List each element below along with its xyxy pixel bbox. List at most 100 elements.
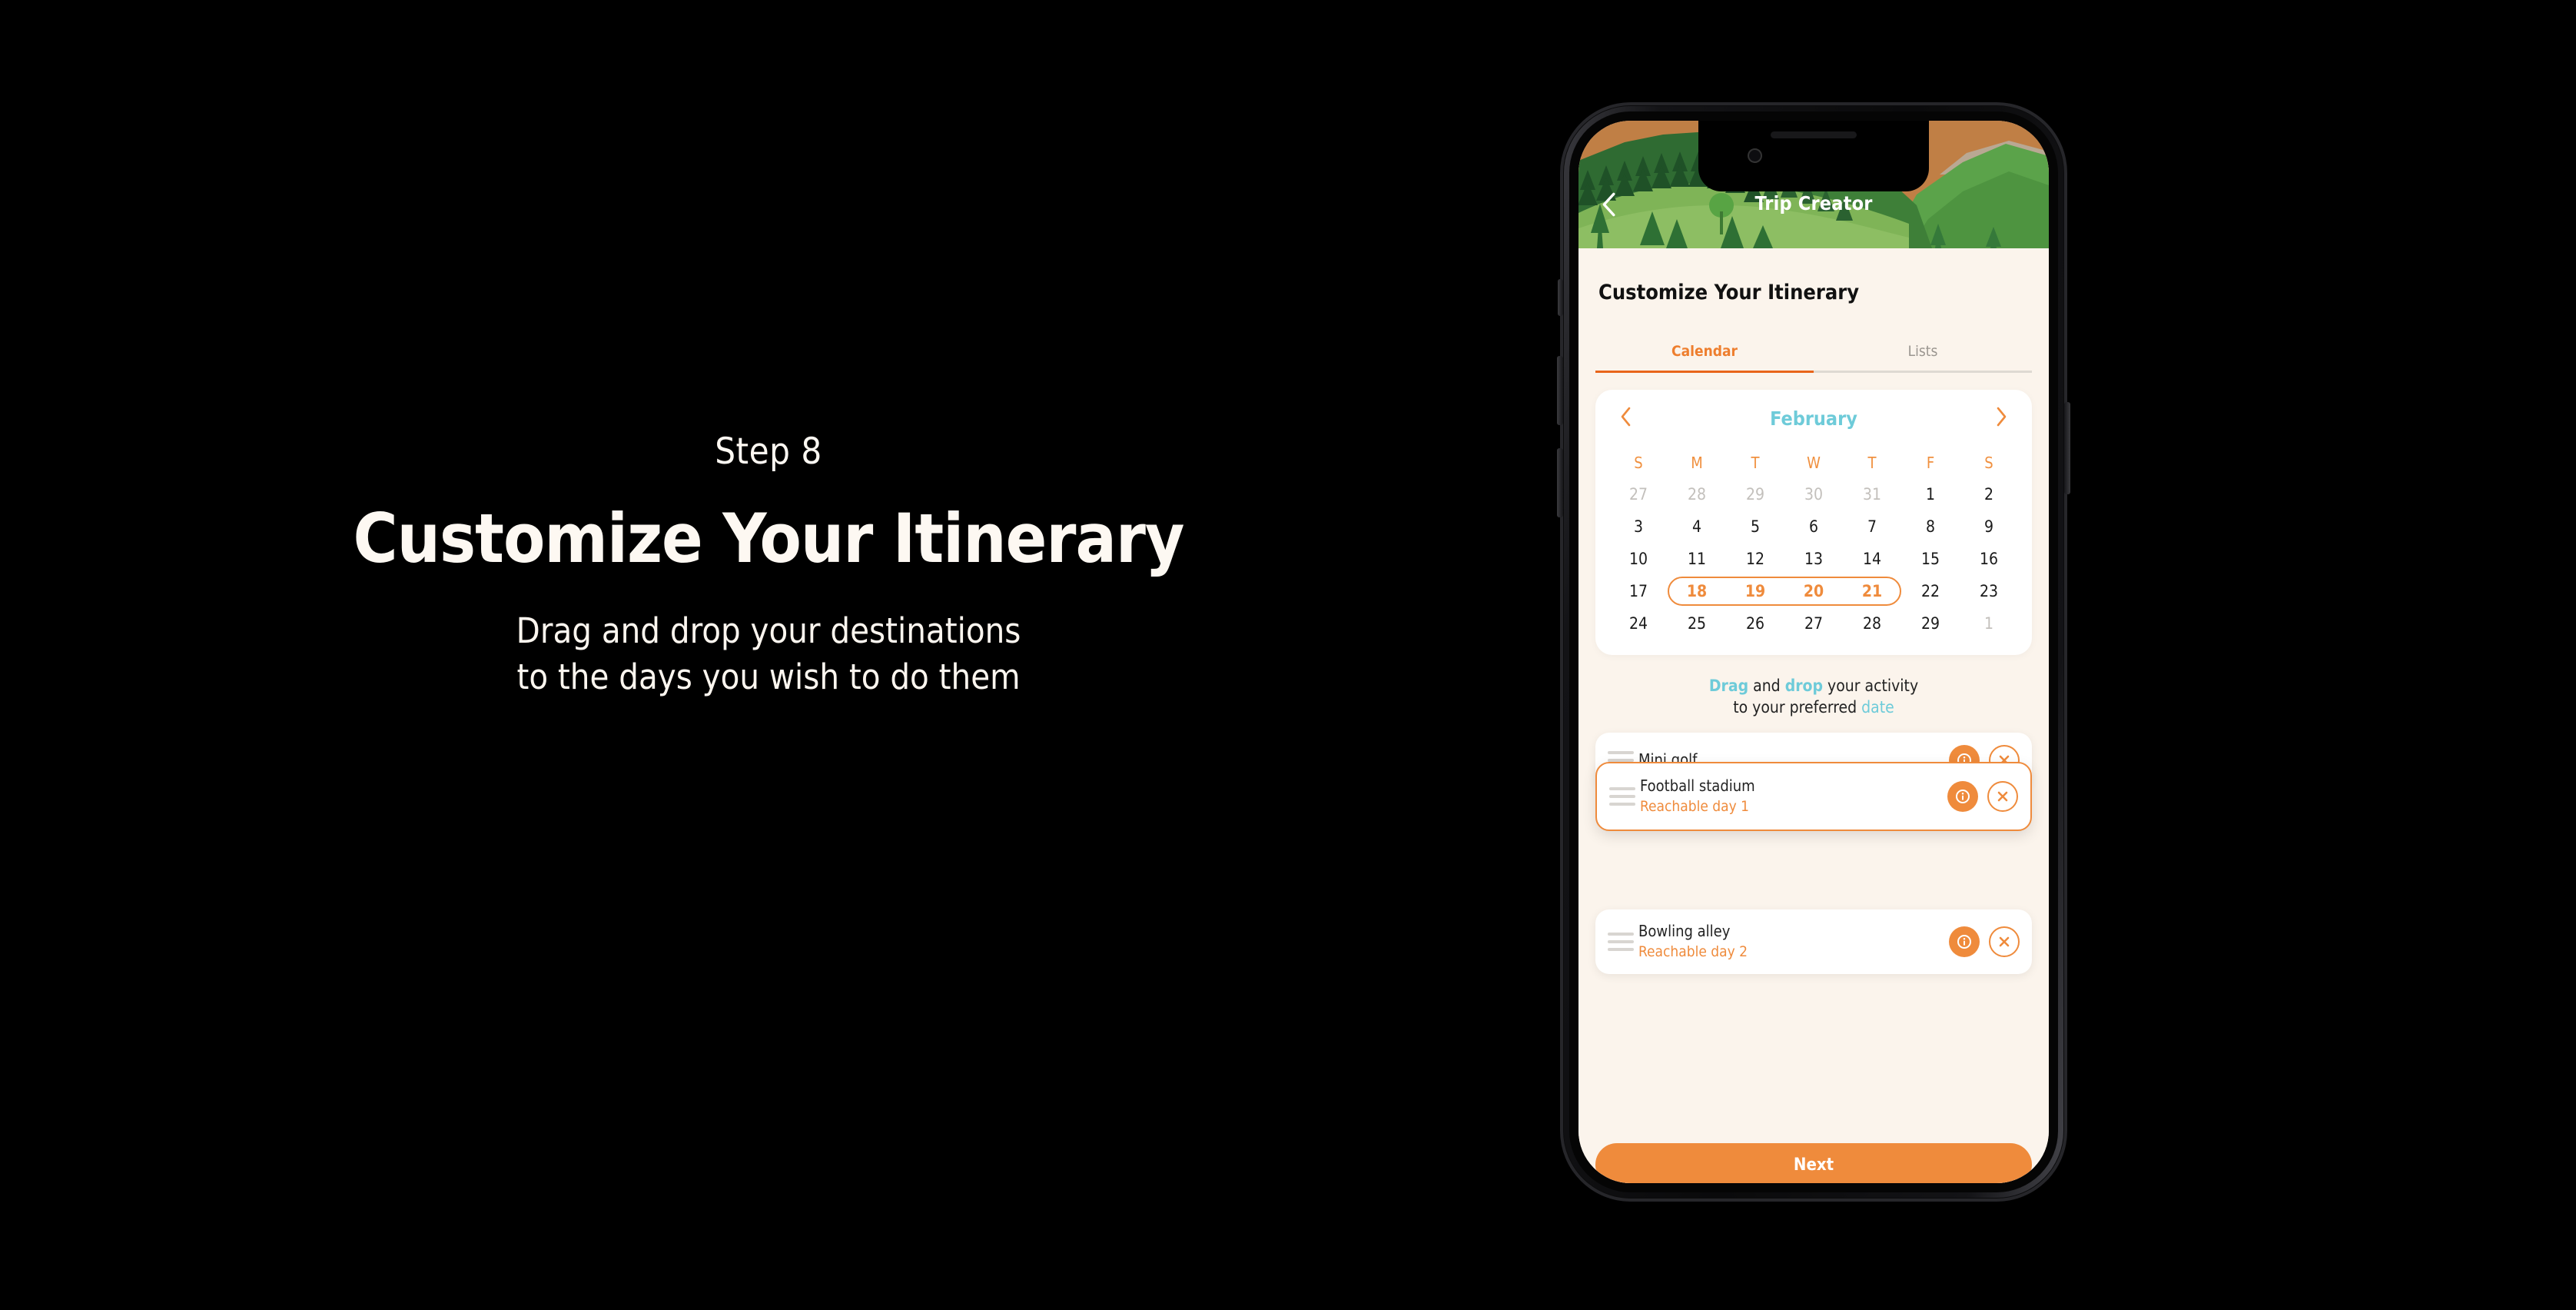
calendar-week-row: 3456789 xyxy=(1609,510,2018,543)
activity-name: Bowling alley xyxy=(1638,921,1731,940)
calendar-day-23[interactable]: 23 xyxy=(1960,575,2018,607)
app-header-bar: Trip Creator xyxy=(1578,121,2049,248)
phone-screen: Trip Creator Customize Your Itinerary Ca… xyxy=(1578,121,2049,1183)
chevron-left-icon xyxy=(1621,407,1631,427)
calendar-day-21[interactable]: 21 xyxy=(1843,575,1901,607)
calendar-day-27[interactable]: 27 xyxy=(1784,607,1843,640)
power-button[interactable] xyxy=(2064,402,2070,494)
calendar-dow-3: W xyxy=(1807,454,1821,472)
calendar-dow-2: T xyxy=(1751,454,1760,472)
calendar-day-8[interactable]: 8 xyxy=(1901,510,1960,543)
calendar-day-16[interactable]: 16 xyxy=(1960,543,2018,575)
calendar-day-29[interactable]: 29 xyxy=(1901,607,1960,640)
calendar-day-15[interactable]: 15 xyxy=(1901,543,1960,575)
app-content: Customize Your Itinerary Calendar Lists … xyxy=(1578,248,2049,1183)
tab-calendar[interactable]: Calendar xyxy=(1595,332,1814,373)
calendar-day-4[interactable]: 4 xyxy=(1668,510,1726,543)
hero-illustration: Trip Creator xyxy=(1578,121,2049,248)
calendar-weeks: 27 28 29 30 31 1 2 3 4 5 6 7 8 9 10 11 12 13 14 15 16 17 18 19 2… xyxy=(1609,478,2018,640)
calendar-dow-row: SMTWTFS xyxy=(1609,447,2018,478)
activity-reachability: Reachable day 1 xyxy=(1640,797,1750,815)
calendar-header: February xyxy=(1609,404,2018,431)
activity-list: Mini golf Football stadium Reachable day… xyxy=(1578,732,2049,1183)
activity-actions xyxy=(1947,780,2018,812)
calendar-day-6[interactable]: 6 xyxy=(1784,510,1843,543)
promo-subtitle: Drag and drop your destinations to the d… xyxy=(231,608,1306,700)
activity-text: Football stadium Reachable day 1 xyxy=(1640,776,1947,816)
hint-drop-word: drop xyxy=(1784,677,1824,695)
calendar-day-12[interactable]: 12 xyxy=(1726,543,1784,575)
calendar-week-row: 17 18 19 20 21 22 23 xyxy=(1609,575,2018,607)
calendar-next-month-button[interactable] xyxy=(1990,407,2012,431)
calendar-day-28[interactable]: 28 xyxy=(1843,607,1901,640)
close-icon xyxy=(1997,791,2008,801)
calendar-dow-1: M xyxy=(1691,454,1703,472)
info-button[interactable] xyxy=(1947,780,1978,812)
next-button[interactable]: Next xyxy=(1595,1143,2032,1183)
calendar-day-1[interactable]: 1 xyxy=(1901,478,1960,510)
calendar-day-27[interactable]: 27 xyxy=(1609,478,1668,510)
activity-actions xyxy=(1949,926,2020,957)
volume-down-button[interactable] xyxy=(1557,448,1563,517)
calendar-dow-5: F xyxy=(1926,454,1935,472)
calendar-day-22[interactable]: 22 xyxy=(1901,575,1960,607)
calendar-day-1[interactable]: 1 xyxy=(1960,607,2018,640)
calendar-day-2[interactable]: 2 xyxy=(1960,478,2018,510)
calendar-day-24[interactable]: 24 xyxy=(1609,607,1668,640)
calendar-day-11[interactable]: 11 xyxy=(1668,543,1726,575)
silent-switch[interactable] xyxy=(1558,279,1563,316)
back-button[interactable] xyxy=(1595,191,1622,218)
tab-lists[interactable]: Lists xyxy=(1814,332,2032,373)
calendar-month-label: February xyxy=(1770,407,1857,430)
volume-up-button[interactable] xyxy=(1557,356,1563,425)
calendar-day-14[interactable]: 14 xyxy=(1843,543,1901,575)
activity-card-football-stadium[interactable]: Football stadium Reachable day 1 xyxy=(1595,761,2032,831)
calendar-day-29[interactable]: 29 xyxy=(1726,478,1784,510)
close-icon xyxy=(1999,936,2010,946)
info-button[interactable] xyxy=(1949,926,1980,957)
calendar-week-row: 27 28 29 30 31 1 2 xyxy=(1609,478,2018,510)
activity-card-bowling-alley[interactable]: Bowling alley Reachable day 2 xyxy=(1595,909,2032,974)
calendar-dow-6: S xyxy=(1984,454,1993,472)
hint-mid-word: and xyxy=(1748,677,1785,695)
calendar-week-row: 24 25 26 27 28 29 1 xyxy=(1609,607,2018,640)
calendar-day-19[interactable]: 19 xyxy=(1726,575,1784,607)
remove-button[interactable] xyxy=(1989,926,2020,957)
hint-line-2: to your preferred date xyxy=(1578,697,2049,718)
calendar-day-28[interactable]: 28 xyxy=(1668,478,1726,510)
drag-handle-icon[interactable] xyxy=(1609,786,1635,806)
calendar-day-26[interactable]: 26 xyxy=(1726,607,1784,640)
calendar-day-9[interactable]: 9 xyxy=(1960,510,2018,543)
app-header-title: Trip Creator xyxy=(1754,191,1873,214)
calendar-day-20[interactable]: 20 xyxy=(1784,575,1843,607)
calendar-card: February SMTWTFS 27 28 29 30 31 1 2 3 4 5 6 7 8 9 10 11… xyxy=(1595,390,2032,655)
info-icon xyxy=(1956,789,1970,803)
promo-subtitle-line-1: Drag and drop your destinations xyxy=(516,610,1021,652)
activity-name: Football stadium xyxy=(1640,776,1755,795)
hint-drag-word: Drag xyxy=(1708,677,1749,695)
calendar-day-31[interactable]: 31 xyxy=(1843,478,1901,510)
info-icon xyxy=(1957,934,1971,949)
step-label: Step 8 xyxy=(715,431,822,473)
calendar-day-3[interactable]: 3 xyxy=(1609,510,1668,543)
phone-mockup: Trip Creator Customize Your Itinerary Ca… xyxy=(1557,102,2070,1202)
calendar-day-10[interactable]: 10 xyxy=(1609,543,1668,575)
chevron-left-icon xyxy=(1602,192,1615,217)
calendar-day-18[interactable]: 18 xyxy=(1668,575,1726,607)
calendar-day-13[interactable]: 13 xyxy=(1784,543,1843,575)
calendar-day-17[interactable]: 17 xyxy=(1609,575,1668,607)
chevron-right-icon xyxy=(1997,407,2007,427)
calendar-day-5[interactable]: 5 xyxy=(1726,510,1784,543)
hint-line2-prefix: to your preferred xyxy=(1733,698,1862,717)
remove-button[interactable] xyxy=(1987,780,2018,812)
calendar-dow-4: T xyxy=(1867,454,1877,472)
promo-panel: Step 8 Customize Your Itinerary Drag and… xyxy=(0,0,1537,1310)
drag-handle-icon[interactable] xyxy=(1608,932,1634,951)
calendar-day-25[interactable]: 25 xyxy=(1668,607,1726,640)
calendar-prev-month-button[interactable] xyxy=(1615,407,1637,431)
promo-title: Customize Your Itinerary xyxy=(353,499,1184,578)
calendar-day-7[interactable]: 7 xyxy=(1843,510,1901,543)
drag-drop-hint: Drag and drop your activity to your pref… xyxy=(1578,675,2049,719)
calendar-day-30[interactable]: 30 xyxy=(1784,478,1843,510)
promo-subtitle-line-2: to the days you wish to do them xyxy=(516,656,1021,697)
